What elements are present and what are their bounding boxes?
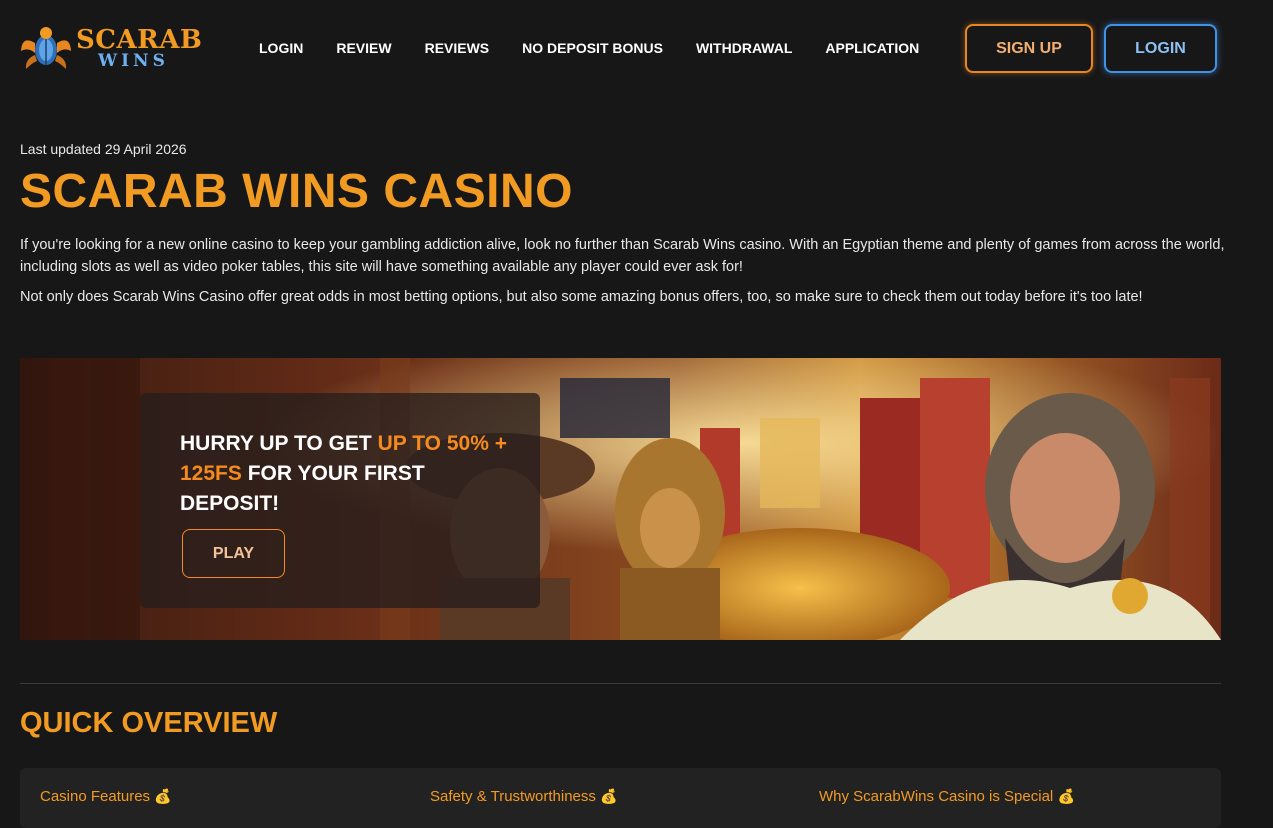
scarab-logo-icon	[21, 27, 71, 69]
sign-up-button[interactable]: SIGN UP	[965, 24, 1093, 73]
nav-application[interactable]: APPLICATION	[825, 40, 919, 56]
nav-reviews[interactable]: REVIEWS	[425, 40, 490, 56]
logo-wordmark-top: SCARAB	[76, 24, 203, 55]
overview-item-label: Casino Features	[40, 788, 151, 805]
main-nav: LOGIN REVIEW REVIEWS NO DEPOSIT BONUS WI…	[259, 40, 952, 56]
overview-item-casino-features[interactable]: Casino Features 💰	[40, 788, 172, 805]
overview-item-label: Why ScarabWins Casino is Special	[819, 788, 1054, 805]
money-bag-icon: 💰	[154, 788, 172, 804]
overview-item-why-special[interactable]: Why ScarabWins Casino is Special 💰	[819, 788, 1075, 805]
money-bag-icon: 💰	[1057, 788, 1075, 804]
play-button[interactable]: PLAY	[182, 529, 285, 578]
nav-withdrawal[interactable]: WITHDRAWAL	[696, 40, 792, 56]
overview-item-safety[interactable]: Safety & Trustworthiness 💰	[430, 788, 618, 805]
nav-no-deposit-bonus[interactable]: NO DEPOSIT BONUS	[522, 40, 663, 56]
promo-text-a: HURRY UP TO GET	[180, 432, 378, 455]
quick-overview-panel: Casino Features 💰 Safety & Trustworthine…	[20, 768, 1221, 828]
nav-review[interactable]: REVIEW	[336, 40, 391, 56]
promo-headline: HURRY UP TO GET UP TO 50% + 125FS FOR YO…	[180, 429, 520, 519]
promo-banner[interactable]: HURRY UP TO GET UP TO 50% + 125FS FOR YO…	[20, 358, 1221, 640]
logo-wordmark-bottom: WINS	[98, 50, 169, 71]
intro-paragraph-2: Not only does Scarab Wins Casino offer g…	[20, 289, 1143, 305]
site-header: SCARAB WINS LOGIN REVIEW REVIEWS NO DEPO…	[0, 0, 1273, 98]
page-title: SCARAB WINS CASINO	[20, 165, 574, 218]
promo-box: HURRY UP TO GET UP TO 50% + 125FS FOR YO…	[140, 393, 540, 608]
login-button[interactable]: LOGIN	[1104, 24, 1217, 73]
intro-paragraph-1: If you're looking for a new online casin…	[20, 237, 1225, 275]
promo-highlight-percent: UP TO 50%	[377, 432, 489, 455]
quick-overview-title: QUICK OVERVIEW	[20, 707, 278, 739]
money-bag-icon: 💰	[600, 788, 618, 804]
nav-login[interactable]: LOGIN	[259, 40, 303, 56]
last-updated-text: Last updated 29 April 2026	[20, 141, 187, 157]
overview-item-label: Safety & Trustworthiness	[430, 788, 596, 805]
section-divider	[20, 683, 1221, 684]
site-logo[interactable]: SCARAB WINS	[20, 22, 202, 74]
